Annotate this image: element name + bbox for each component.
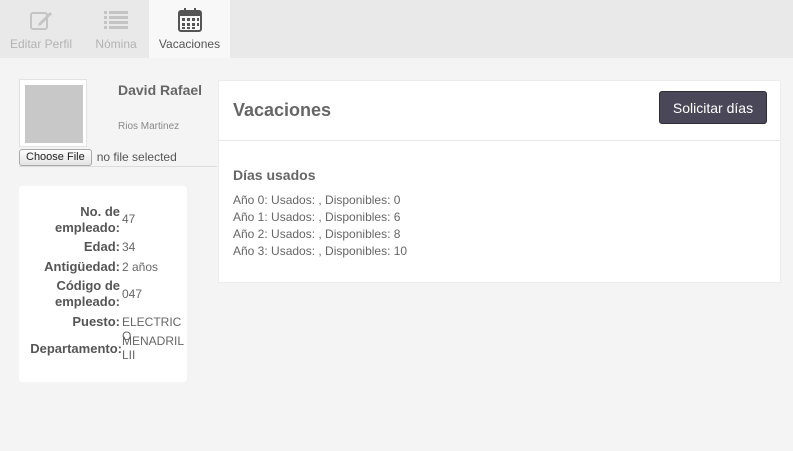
info-value: 047 bbox=[122, 287, 143, 301]
tab-editar-perfil[interactable]: Editar Perfil bbox=[0, 0, 82, 58]
tab-vacaciones[interactable]: Vacaciones bbox=[149, 0, 230, 58]
top-tab-bar: Editar Perfil Nómina Vacaciones bbox=[0, 0, 793, 58]
list-item: Año 2: Usados: , Disponibles: 8 bbox=[233, 227, 401, 241]
employee-name: David Rafael bbox=[118, 82, 203, 98]
info-label: Edad: bbox=[83, 239, 120, 254]
tab-label: Editar Perfil bbox=[9, 37, 73, 51]
calendar-icon bbox=[177, 8, 202, 32]
file-status: no file selected bbox=[96, 150, 177, 164]
info-value: 34 bbox=[122, 240, 136, 254]
list-item: Año 0: Usados: , Disponibles: 0 bbox=[233, 193, 401, 207]
list-item: Año 1: Usados: , Disponibles: 6 bbox=[233, 210, 401, 224]
solicitar-dias-button[interactable]: Solicitar días bbox=[659, 91, 767, 124]
info-value: 2 años bbox=[122, 260, 159, 274]
avatar bbox=[25, 85, 83, 143]
section-title: Días usados bbox=[233, 167, 316, 183]
card-header: Vacaciones Solicitar días bbox=[219, 81, 780, 141]
info-value: MENADRILLII bbox=[122, 334, 185, 362]
vacation-years-list: Año 0: Usados: , Disponibles: 0 Año 1: U… bbox=[233, 192, 407, 260]
info-label: Puesto: bbox=[72, 314, 120, 329]
info-value: 47 bbox=[122, 212, 136, 226]
tab-label: Nómina bbox=[95, 37, 137, 51]
info-label: Departamento: bbox=[30, 341, 122, 356]
employee-info-card: No. de empleado: 47 Edad: 34 Antigüedad:… bbox=[19, 186, 187, 382]
edit-icon bbox=[30, 12, 52, 30]
vacaciones-card: Vacaciones Solicitar días Días usados Añ… bbox=[218, 80, 781, 283]
info-label: Código de empleado: bbox=[54, 278, 120, 309]
info-label: Antigüedad: bbox=[44, 259, 120, 274]
info-label: No. de empleado: bbox=[54, 204, 120, 235]
avatar-frame bbox=[19, 79, 87, 147]
list-item: Año 3: Usados: , Disponibles: 10 bbox=[233, 244, 408, 258]
tab-label: Vacaciones bbox=[158, 37, 221, 51]
choose-file-button[interactable]: Choose File bbox=[19, 148, 92, 166]
tab-nomina[interactable]: Nómina bbox=[84, 0, 148, 58]
page-title: Vacaciones bbox=[233, 100, 332, 120]
list-icon bbox=[104, 11, 128, 29]
employee-surname: Rios Martinez bbox=[118, 121, 180, 132]
file-upload: Choose File no file selected bbox=[19, 148, 217, 167]
